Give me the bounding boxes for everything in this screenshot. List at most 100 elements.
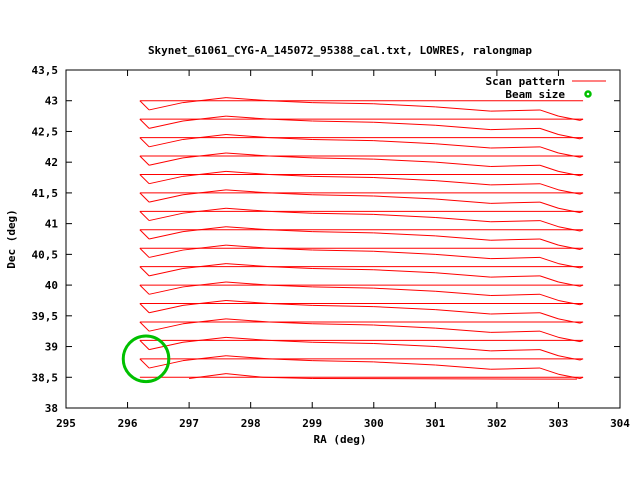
y-axis-label: Dec (deg) [5,209,18,269]
scan-segment [539,183,559,191]
scan-segment [558,152,581,158]
scan-segment [139,321,150,332]
scan-segment [490,146,540,149]
scan-segment [539,146,559,154]
scan-segment [312,323,374,326]
scan-segment [312,231,374,234]
x-tick-label: 298 [241,417,261,430]
scan-segment [558,355,581,361]
scan-segment [373,269,436,274]
chart-title: Skynet_61061_CYG-A_145072_95388_cal.txt,… [148,44,532,57]
scan-segment [490,330,540,333]
scan-segment [312,175,374,179]
scan-segment [148,268,184,277]
x-tick-label: 300 [364,417,384,430]
x-tick-label: 304 [610,417,630,430]
scan-segment [139,229,150,240]
scan-segment [139,247,150,258]
scan-segment [148,120,184,129]
x-tick-label: 303 [549,417,569,430]
scan-segment [373,158,436,163]
scan-segment [373,250,436,255]
scan-segment [490,238,540,241]
scan-segment [139,155,150,166]
scan-segment [373,121,436,126]
y-tick-label: 40 [45,279,58,292]
scan-segment [312,304,374,308]
y-tick-label: 39,5 [32,310,59,323]
scan-segment [148,157,184,166]
legend-label-scan: Scan pattern [486,75,565,88]
scan-segment [148,249,184,258]
scan-segment [558,244,581,250]
scan-segment [490,256,540,260]
legend-label-beam: Beam size [505,88,565,101]
scan-segment [435,346,491,352]
scan-segment [558,336,581,343]
scan-segment [490,367,540,370]
scan-segment [148,138,184,148]
scan-segment [558,318,581,324]
scan-segment [373,213,436,218]
scan-segment [312,267,374,271]
scan-segment [558,281,581,287]
y-tick-label: 43,5 [32,64,59,77]
scan-segment [373,103,436,108]
y-tick-label: 42,5 [32,125,59,138]
scan-segment [539,293,559,301]
scan-segment [225,373,264,378]
scan-segment [490,109,540,112]
scan-segment [373,177,436,182]
scan-segment [139,100,150,111]
scan-segment [558,299,581,306]
scan-segment [139,137,150,148]
scan-segment [490,201,540,204]
scan-segment [182,263,227,269]
scan-segment [490,275,540,278]
scan-segment [139,358,150,369]
scan-segment [182,152,227,159]
scan-segment [539,256,559,265]
scan-segment [182,189,227,196]
chart: Skynet_61061_CYG-A_145072_95388_cal.txt,… [0,0,640,480]
scan-segment [539,127,559,136]
scan-segment [148,102,184,111]
scan-segment [373,324,436,329]
scan-pattern [139,97,584,380]
scan-segment [312,212,374,215]
scan-segment [182,207,227,214]
scan-segment [373,306,436,311]
scan-segment [312,120,374,123]
x-tick-label: 296 [118,417,138,430]
scan-segment [435,198,491,204]
scan-segment [373,232,436,237]
scan-segment [373,342,436,348]
scan-segment [435,327,491,333]
scan-segment [435,161,491,167]
y-tick-label: 39 [45,341,58,354]
scan-segment [148,304,184,314]
scan-segment [182,170,227,177]
scan-segment [435,364,491,370]
scan-segment [312,102,374,105]
scan-segment [148,286,184,295]
scan-segment [148,323,184,332]
scan-segment [435,106,491,112]
scan-segment [490,312,540,315]
scan-segment [312,157,374,160]
scan-segment [539,220,559,228]
y-tick-label: 38,5 [32,371,59,384]
x-axis-label: RA (deg) [314,433,367,446]
scan-segment [139,192,150,203]
scan-segment [558,189,581,195]
scan-segment [148,231,184,240]
scan-segment [148,175,184,185]
scan-segment [182,244,227,251]
scan-segment [435,216,491,223]
x-tick-label: 299 [302,417,322,430]
scan-segment [490,183,540,186]
scan-segment [558,170,581,177]
scan-segment [539,201,559,209]
y-tick-label: 41 [45,218,59,231]
scan-segment [435,290,491,297]
